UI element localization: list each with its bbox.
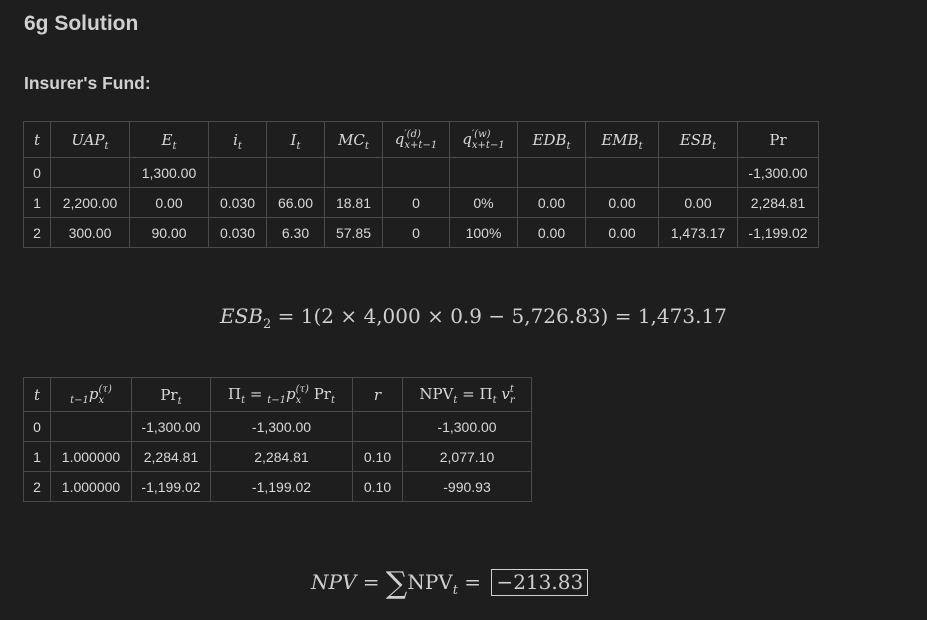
col-header-qd: q′(d) x+t−1 [382,121,450,158]
cell-pr: -1,300.00 [131,411,211,442]
table-row: 1 1.000000 2,284.81 2,284.81 0.10 2,077.… [23,441,532,472]
cell-interest: 6.30 [266,217,325,248]
cell-edb [517,157,586,188]
cell-pi: 2,284.81 [210,441,353,472]
insurer-fund-table: t UAPt Et it It MCt q′(d) x+t−1 q′(w) x+t−… [23,121,819,248]
cell-interest: 66.00 [266,187,325,218]
cell-interest [266,157,325,188]
sigma-icon: ∑ [385,566,408,601]
cell-e: 1,300.00 [129,157,209,188]
cell-esb: 0.00 [658,187,738,218]
npv-equation-lhs: NPV [311,570,357,594]
table-row: 2 300.00 90.00 0.030 6.30 57.85 0 100% 0… [23,217,819,248]
cell-qd: 0 [382,217,450,248]
cell-emb: 0.00 [585,217,659,248]
col-header-pr: Pr [737,121,819,158]
cell-mc: 18.81 [324,187,383,218]
col-header-mc: MCt [324,121,383,158]
table-row: 0 -1,300.00 -1,300.00 -1,300.00 [23,411,532,442]
cell-t: 0 [23,157,51,188]
esb-equation-rhs: = 1(2 × 4,000 × 0.9 − 5,726.83) = 1,473.… [271,304,727,328]
cell-esb [658,157,738,188]
col-header-survival: t−1p(τ) x [50,377,132,412]
npv-result-box: −213.83 [491,569,589,596]
cell-t: 2 [23,471,51,502]
cell-pr: -1,300.00 [737,157,819,188]
page-title: 6g Solution [24,12,139,35]
cell-survival: 1.000000 [50,471,132,502]
cell-t: 2 [23,217,51,248]
col-header-r: r [352,377,403,412]
cell-survival: 1.000000 [50,441,132,472]
col-header-pr: Prt [131,377,211,412]
cell-i: 0.030 [208,217,267,248]
table-row: 2 1.000000 -1,199.02 -1,199.02 0.10 -990… [23,471,532,502]
npv-table: t t−1p(τ) x Prt Πt = t−1p(τ) x Prt r NPVt … [23,377,532,502]
cell-uap: 300.00 [50,217,130,248]
cell-edb: 0.00 [517,187,586,218]
col-header-edb: EDBt [517,121,586,158]
cell-uap [50,157,130,188]
col-header-emb: EMBt [585,121,659,158]
cell-qd [382,157,450,188]
table-row: 1 2,200.00 0.00 0.030 66.00 18.81 0 0% 0… [23,187,819,218]
cell-t: 0 [23,411,51,442]
col-header-t: t [23,377,51,412]
col-header-interest: It [266,121,325,158]
col-header-npv: NPVt = Πt vt r [402,377,532,412]
esb-equation-lhs: ESB [220,304,263,328]
cell-pi: -1,300.00 [210,411,353,442]
col-header-qw: q′(w) x+t−1 [449,121,518,158]
col-header-esb: ESBt [658,121,738,158]
cell-esb: 1,473.17 [658,217,738,248]
cell-qd: 0 [382,187,450,218]
section-title: Insurer's Fund: [24,73,151,93]
cell-pr: -1,199.02 [737,217,819,248]
cell-r [352,411,403,442]
cell-e: 0.00 [129,187,209,218]
col-header-e: Et [129,121,209,158]
col-header-pi: Πt = t−1p(τ) x Prt [210,377,353,412]
cell-t: 1 [23,187,51,218]
table-header-row: t t−1p(τ) x Prt Πt = t−1p(τ) x Prt r NPVt … [23,377,532,412]
cell-npv: 2,077.10 [402,441,532,472]
table-row: 0 1,300.00 -1,300.00 [23,157,819,188]
cell-r: 0.10 [352,441,403,472]
cell-r: 0.10 [352,471,403,502]
cell-pr: 2,284.81 [737,187,819,218]
cell-t: 1 [23,441,51,472]
esb-equation: ESB2 = 1(2 × 4,000 × 0.9 − 5,726.83) = 1… [220,304,727,331]
cell-emb [585,157,659,188]
cell-pi: -1,199.02 [210,471,353,502]
cell-npv: -1,300.00 [402,411,532,442]
col-header-uap: UAPt [50,121,130,158]
cell-survival [50,411,132,442]
cell-edb: 0.00 [517,217,586,248]
cell-qw: 100% [449,217,518,248]
cell-qw: 0% [449,187,518,218]
table-header-row: t UAPt Et it It MCt q′(d) x+t−1 q′(w) x+t−… [23,121,819,158]
cell-mc [324,157,383,188]
cell-pr: -1,199.02 [131,471,211,502]
cell-emb: 0.00 [585,187,659,218]
cell-i: 0.030 [208,187,267,218]
cell-i [208,157,267,188]
cell-uap: 2,200.00 [50,187,130,218]
col-header-i: it [208,121,267,158]
npv-equation: NPV = ∑NPVt = −213.83 [311,562,589,601]
col-header-t: t [23,121,51,158]
cell-npv: -990.93 [402,471,532,502]
cell-qw [449,157,518,188]
cell-e: 90.00 [129,217,209,248]
cell-mc: 57.85 [324,217,383,248]
cell-pr: 2,284.81 [131,441,211,472]
